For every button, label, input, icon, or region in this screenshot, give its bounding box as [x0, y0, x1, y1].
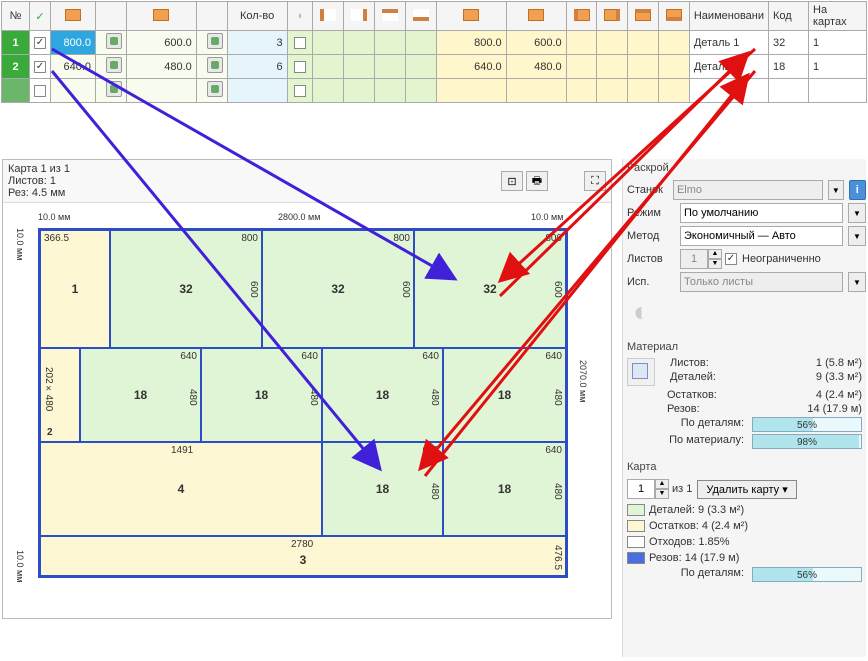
- piece-32c[interactable]: 800 600 32: [414, 230, 566, 348]
- progress-map-parts: 56%: [752, 567, 862, 582]
- piece-18a[interactable]: 640 480 18: [80, 348, 201, 442]
- col-h1: [126, 2, 196, 31]
- section-material: Материал: [627, 338, 866, 356]
- table-row-empty[interactable]: [2, 79, 867, 103]
- row-w2-1[interactable]: 800.0: [436, 31, 506, 55]
- mode-dropdown[interactable]: ▼: [848, 203, 866, 223]
- machine-dropdown[interactable]: ▼: [828, 180, 844, 200]
- row-code-1[interactable]: 32: [769, 31, 809, 55]
- row-c2-1[interactable]: [313, 31, 344, 55]
- right-panel: Раскрой Станок ▼ i Режим ▼ Метод ▼ Листо…: [622, 159, 866, 657]
- layout-info: Карта 1 из 1 Листов: 1 Рез: 4.5 мм: [8, 163, 70, 199]
- section-map: Карта: [627, 458, 866, 476]
- sheets-spinner[interactable]: ▲▼: [680, 249, 720, 269]
- row-btn-1b[interactable]: [196, 31, 227, 55]
- expand-button[interactable]: ⛶: [584, 171, 606, 191]
- print-button[interactable]: 🖶: [526, 171, 548, 191]
- progress-parts: 56%: [752, 417, 862, 432]
- row-h2-2[interactable]: 480.0: [506, 55, 566, 79]
- row-qty-2[interactable]: 6: [227, 55, 287, 79]
- table-row[interactable]: 1 800.0 600.0 3 800.0 600.0 Деталь 1 32 …: [2, 31, 867, 55]
- machine-select[interactable]: [673, 180, 823, 200]
- col-b2: [196, 2, 227, 31]
- piece-1[interactable]: 366.5 1: [40, 230, 110, 348]
- row-c1-1[interactable]: [287, 31, 313, 55]
- method-select[interactable]: [680, 226, 843, 246]
- parts-table: № ✓ Кол-во ◗ Наименовани Код На картах 1…: [1, 1, 867, 103]
- use-select[interactable]: [680, 272, 843, 292]
- row-h2-1[interactable]: 600.0: [506, 31, 566, 55]
- col-i8: [628, 2, 659, 31]
- use-dropdown[interactable]: ▼: [848, 272, 866, 292]
- row-height-2[interactable]: 480.0: [126, 55, 196, 79]
- col-i5: [405, 2, 436, 31]
- col-i2: [313, 2, 344, 31]
- col-i3: [344, 2, 375, 31]
- row-name-1[interactable]: Деталь 1: [689, 31, 768, 55]
- sheet-layout[interactable]: 366.5 1 800 600 32 800 600 32 800 600 32…: [38, 228, 568, 578]
- unlimited-checkbox[interactable]: [725, 253, 737, 265]
- piece-18c[interactable]: 640 480 18: [322, 348, 443, 442]
- col-i6: [566, 2, 597, 31]
- row-width-1[interactable]: 800.0: [51, 31, 96, 55]
- col-w1: [51, 2, 96, 31]
- piece-32a[interactable]: 800 600 32: [110, 230, 262, 348]
- col-code: Код: [769, 2, 809, 31]
- row-name-2[interactable]: Деталь 2: [689, 55, 768, 79]
- info-button[interactable]: i: [849, 180, 866, 200]
- piece-18b[interactable]: 640 480 18: [201, 348, 322, 442]
- delete-map-button[interactable]: Удалить карту ▾: [697, 480, 796, 499]
- row-c3-1[interactable]: [344, 31, 375, 55]
- col-i4: [375, 2, 406, 31]
- piece-32b[interactable]: 800 600 32: [262, 230, 414, 348]
- zoom-fit-button[interactable]: ⊡: [501, 171, 523, 191]
- row-maps-2[interactable]: 1: [809, 55, 867, 79]
- piece-18d[interactable]: 640 480 18: [443, 348, 566, 442]
- row-c4-1[interactable]: [375, 31, 406, 55]
- row-check-2[interactable]: [30, 55, 51, 79]
- col-i9: [659, 2, 690, 31]
- row-num-2: 2: [2, 55, 30, 79]
- col-check: ✓: [30, 2, 51, 31]
- row-num-1: 1: [2, 31, 30, 55]
- row-height-1[interactable]: 600.0: [126, 31, 196, 55]
- map-spinner[interactable]: ▲▼: [627, 479, 667, 499]
- piece-3[interactable]: 2780 476.5 3: [40, 536, 566, 576]
- col-i7: [597, 2, 628, 31]
- piece-4[interactable]: 1491 4: [40, 442, 322, 536]
- mode-select[interactable]: [680, 203, 843, 223]
- material-icon: [627, 358, 655, 386]
- row-check-1[interactable]: [30, 31, 51, 55]
- row-w2-2[interactable]: 640.0: [436, 55, 506, 79]
- col-num: №: [2, 2, 30, 31]
- row-maps-1[interactable]: 1: [809, 31, 867, 55]
- col-b1: [96, 2, 127, 31]
- col-name: Наименовани: [689, 2, 768, 31]
- progress-material: 98%: [752, 434, 862, 449]
- method-dropdown[interactable]: ▼: [848, 226, 866, 246]
- row-width-2[interactable]: 640.0: [51, 55, 96, 79]
- piece-2[interactable]: 202×480 2: [40, 348, 80, 442]
- row-qty-1[interactable]: 3: [227, 31, 287, 55]
- piece-18e[interactable]: 640 480 18: [322, 442, 443, 536]
- row-btn-1a[interactable]: [96, 31, 127, 55]
- col-i1: ◗: [287, 2, 313, 31]
- col-w2: [436, 2, 506, 31]
- row-c5-1[interactable]: [405, 31, 436, 55]
- saw-icon: [633, 296, 667, 330]
- table-row[interactable]: 2 640.0 480.0 6 640.0 480.0 Деталь 2 18 …: [2, 55, 867, 79]
- col-qty: Кол-во: [227, 2, 287, 31]
- col-h2: [506, 2, 566, 31]
- piece-18f[interactable]: 640 480 18: [443, 442, 566, 536]
- layout-panel: Карта 1 из 1 Листов: 1 Рез: 4.5 мм ⊡ 🖶 ⛶…: [2, 159, 612, 619]
- col-maps: На картах: [809, 2, 867, 31]
- row-code-2[interactable]: 18: [769, 55, 809, 79]
- section-cut: Раскрой: [627, 159, 866, 177]
